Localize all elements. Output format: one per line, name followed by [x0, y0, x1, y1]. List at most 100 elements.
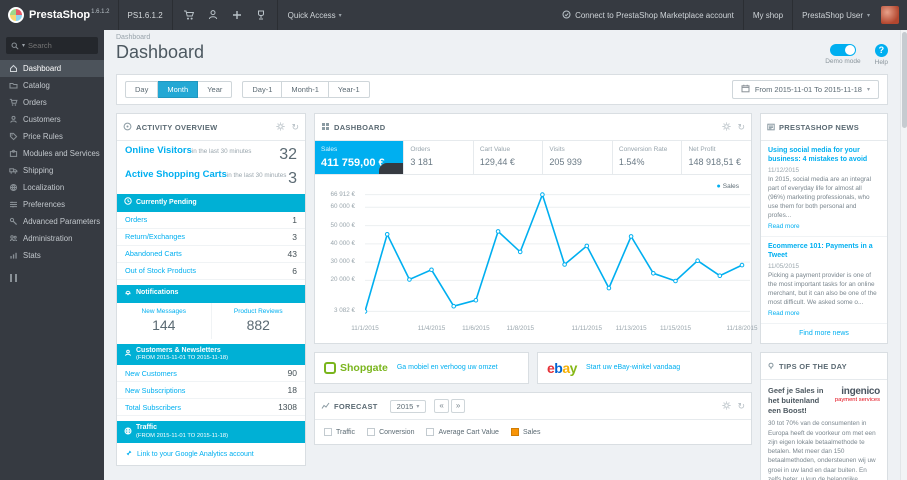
help-button[interactable]: ? Help	[875, 44, 888, 66]
sidebar-item-shipping[interactable]: Shipping	[0, 162, 104, 179]
collapse-sidebar-icon[interactable]	[0, 264, 104, 282]
news-article-date: 11/05/2015	[768, 263, 800, 271]
cart-icon[interactable]	[183, 9, 195, 21]
customers-row-total-subscribers[interactable]: Total Subscribers 1308	[117, 399, 305, 417]
bell-icon	[124, 288, 132, 300]
sidebar-search[interactable]: ▾	[6, 37, 98, 54]
refresh-icon[interactable]: ↻	[737, 401, 745, 411]
sidebar-item-administration[interactable]: Administration	[0, 230, 104, 247]
avatar[interactable]	[881, 6, 899, 24]
gear-icon[interactable]	[722, 397, 732, 415]
question-icon: ?	[874, 44, 888, 57]
forecast-legend-conversion[interactable]: Conversion	[367, 428, 414, 436]
breadcrumb[interactable]: Dashboard	[104, 30, 900, 41]
x-tick-label: 11/13/2015	[615, 325, 647, 332]
year-button[interactable]: Year	[198, 81, 233, 98]
news-article-excerpt: In 2015, social media are an integral pa…	[768, 176, 872, 220]
marketplace-link[interactable]: Connect to PrestaShop Marketplace accoun…	[553, 0, 743, 30]
refresh-icon[interactable]: ↻	[291, 122, 299, 132]
kpi-conversion-rate[interactable]: Conversion Rate 1.54%	[613, 141, 683, 174]
active-carts-metric[interactable]: Active Shopping Cartsin the last 30 minu…	[117, 165, 305, 189]
sidebar-item-dashboard[interactable]: Dashboard	[0, 60, 104, 77]
news-article-title[interactable]: Using social media for your business: 4 …	[768, 146, 880, 164]
pending-row-out-of-stock[interactable]: Out of Stock Products 6	[117, 263, 305, 280]
news-article: Ecommerce 101: Payments in a Tweet 11/05…	[761, 237, 887, 325]
kpi-sales[interactable]: Sales 411 759,00 €	[315, 141, 405, 174]
prestashop-logo[interactable]: PrestaShop1.6.1.2	[0, 0, 118, 30]
next-year-button[interactable]: »	[450, 399, 466, 413]
pending-row-orders[interactable]: Orders 1	[117, 212, 305, 229]
online-visitors-metric[interactable]: Online Visitorsin the last 30 minutes 32	[117, 141, 305, 165]
y-tick-label: 20 000 €	[330, 276, 355, 284]
scrollbar-thumb[interactable]	[902, 32, 907, 128]
previous-year-button[interactable]: «	[434, 399, 449, 413]
gear-icon[interactable]	[722, 118, 732, 136]
kpi-visits[interactable]: Visits 205 939	[543, 141, 613, 174]
prestashop-news-panel: PRESTASHOP NEWS Using social media for y…	[760, 113, 888, 345]
pending-row-abandoned-carts[interactable]: Abandoned Carts 43	[117, 246, 305, 263]
sidebar-item-catalog[interactable]: Catalog	[0, 77, 104, 94]
ebay-ad-link[interactable]: Start uw eBay-winkel vandaag	[586, 363, 680, 372]
kpi-cart-value[interactable]: Cart Value 129,44 €	[474, 141, 544, 174]
x-axis-labels: 11/1/2015 11/4/2015 11/6/2015 11/8/2015 11/1…	[351, 325, 757, 335]
panel-title: PRESTASHOP NEWS	[779, 122, 860, 132]
sidebar-item-modules[interactable]: Modules and Services	[0, 145, 104, 162]
add-icon[interactable]	[231, 9, 243, 21]
customers-row-new-subscriptions[interactable]: New Subscriptions 18	[117, 382, 305, 400]
panel-title: DASHBOARD	[334, 122, 386, 132]
search-input[interactable]	[28, 41, 93, 50]
shopgate-ad-link[interactable]: Ga mobiel en verhoog uw omzet	[397, 363, 498, 372]
sidebar-item-orders[interactable]: Orders	[0, 94, 104, 111]
day-1-button[interactable]: Day-1	[242, 81, 283, 98]
date-range-picker[interactable]: From 2015-11-01 To 2015-11-18 ▾	[731, 80, 879, 99]
read-more-link[interactable]: Read more	[768, 223, 880, 230]
traffic-header: Traffic (FROM 2015-11-01 TO 2015-11-18)	[117, 421, 305, 444]
sidebar-item-stats[interactable]: Stats	[0, 247, 104, 264]
customer-icon[interactable]	[207, 9, 219, 21]
kpi-net-profit[interactable]: Net Profit 148 918,51 €	[682, 141, 751, 174]
home-icon	[8, 64, 19, 73]
news-article-excerpt: Picking a payment provider is one of the…	[768, 272, 877, 307]
sidebar-item-advanced-parameters[interactable]: Advanced Parameters	[0, 213, 104, 230]
sidebar-item-customers[interactable]: Customers	[0, 111, 104, 128]
user-menu[interactable]: PrestaShop User ▾	[793, 0, 879, 30]
shopgate-bag-icon	[324, 362, 336, 374]
toggle-on-icon[interactable]	[829, 44, 856, 56]
day-button[interactable]: Day	[125, 81, 159, 98]
scrollbar[interactable]	[900, 30, 907, 480]
read-more-link[interactable]: Read more	[768, 310, 880, 317]
find-more-news-link[interactable]: Find more news	[761, 324, 887, 343]
product-reviews-stat[interactable]: Product Reviews 882	[212, 303, 306, 339]
new-messages-stat[interactable]: New Messages 144	[117, 302, 212, 339]
forecast-legend-traffic[interactable]: Traffic	[324, 428, 355, 436]
pending-row-returns[interactable]: Return/Exchanges 3	[117, 229, 305, 246]
sidebar-item-localization[interactable]: Localization	[0, 179, 104, 196]
month-1-button[interactable]: Month-1	[282, 81, 329, 98]
forecast-year-select[interactable]: 2015 ▾	[389, 399, 427, 413]
tips-of-the-day-panel: TIPS OF THE DAY Geef je Sales in het bui…	[760, 352, 888, 480]
shop-version-label[interactable]: PS1.6.1.2	[119, 11, 172, 20]
quick-access-menu[interactable]: Quick Access ▾	[278, 11, 352, 20]
customers-row-new-customers[interactable]: New Customers 90	[117, 365, 305, 383]
shopgate-module-ad[interactable]: Shopgate Ga mobiel en verhoog uw omzet	[314, 352, 529, 384]
period-button-group: Day Month Year	[125, 81, 233, 98]
forecast-legend-average-cart-value[interactable]: Average Cart Value	[426, 428, 499, 436]
demo-mode-toggle[interactable]: Demo mode	[825, 44, 861, 66]
x-tick-label: 11/11/2015	[571, 325, 603, 332]
refresh-icon[interactable]: ↻	[737, 122, 745, 132]
plug-icon	[562, 10, 571, 21]
sidebar-item-price-rules[interactable]: Price Rules	[0, 128, 104, 145]
kpi-orders[interactable]: Orders 3 181	[404, 141, 474, 174]
ebay-module-ad[interactable]: ebay Start uw eBay-winkel vandaag	[537, 352, 752, 384]
year-1-button[interactable]: Year-1	[328, 81, 370, 98]
google-analytics-link[interactable]: Link to your Google Analytics account	[117, 443, 305, 465]
month-button[interactable]: Month	[158, 81, 199, 98]
trophy-icon[interactable]	[255, 9, 267, 21]
shopgate-logo: Shopgate	[324, 362, 388, 374]
news-article-title[interactable]: Ecommerce 101: Payments in a Tweet	[768, 242, 880, 260]
forecast-legend-sales[interactable]: Sales	[510, 428, 540, 436]
sidebar-item-preferences[interactable]: Preferences	[0, 196, 104, 213]
my-shop-link[interactable]: My shop	[744, 0, 792, 30]
gear-icon[interactable]	[276, 118, 286, 136]
globe-icon	[8, 183, 19, 192]
